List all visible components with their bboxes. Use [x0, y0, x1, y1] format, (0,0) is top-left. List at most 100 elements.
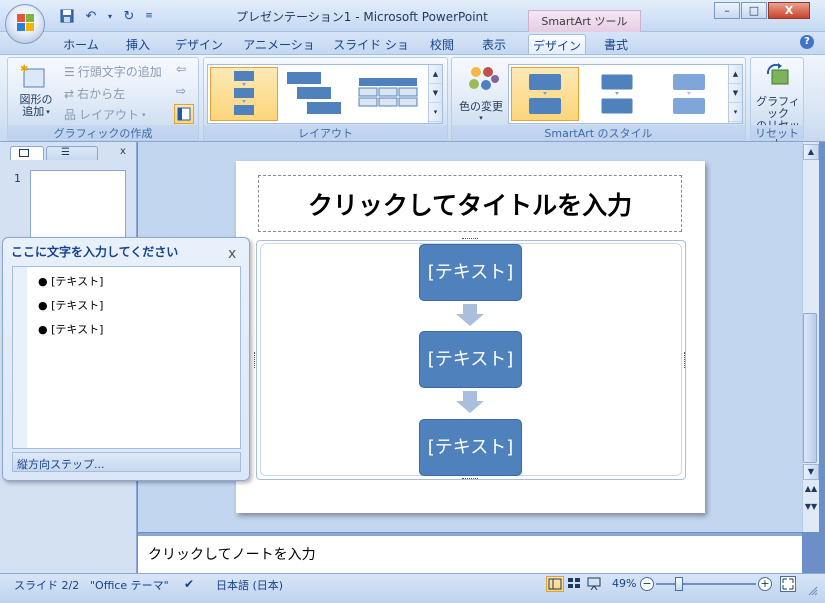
- resize-handle-right[interactable]: [684, 352, 687, 368]
- scroll-down-icon[interactable]: ▼: [429, 84, 442, 103]
- scroll-up-icon[interactable]: ▲: [803, 144, 819, 160]
- window-controls: – □ X: [714, 2, 810, 19]
- text-pane-margin: [13, 267, 27, 448]
- layout-label: レイアウト: [79, 108, 140, 122]
- zoom-out-icon[interactable]: −: [640, 577, 654, 591]
- close-button[interactable]: X: [768, 2, 810, 19]
- ribbon: ✱ 図形の 追加 ▾ ☰ 行頭文字の追加 ⇄ 右から左 品レイアウト ▾ ⇦ ⇨ グラフ…: [0, 54, 825, 144]
- list-item[interactable]: ● [テキスト]: [38, 297, 103, 313]
- smartart-styles-label: SmartArt のスタイル: [452, 125, 745, 140]
- list-item[interactable]: ● [テキスト]: [38, 321, 103, 337]
- change-colors-button[interactable]: 色の変更 ▾: [456, 98, 506, 122]
- down-arrow-icon: [456, 304, 484, 326]
- office-button[interactable]: [5, 4, 45, 44]
- chevron-down-icon: ▾: [479, 114, 483, 122]
- promote-icon[interactable]: ⇦: [176, 62, 186, 76]
- tab-insert[interactable]: 挿入: [118, 34, 158, 54]
- smartart-box-1[interactable]: [テキスト]: [419, 244, 522, 301]
- style-simple[interactable]: [511, 67, 579, 121]
- redo-icon[interactable]: ↻: [120, 8, 138, 24]
- layout-button[interactable]: 品レイアウト ▾: [64, 106, 146, 123]
- maximize-button[interactable]: □: [741, 2, 767, 19]
- previous-slide-icon[interactable]: ▲▲: [803, 482, 819, 498]
- scroll-up-icon[interactable]: ▲: [429, 65, 442, 84]
- smartart-tools-header: SmartArt ツール: [528, 10, 641, 32]
- tab-home[interactable]: ホーム: [58, 34, 104, 54]
- minimize-button[interactable]: –: [714, 2, 740, 19]
- add-shape-button[interactable]: 図形の 追加 ▾: [16, 94, 56, 118]
- outline-tab[interactable]: ☰: [46, 146, 98, 160]
- create-graphic-group: ✱ 図形の 追加 ▾ ☰ 行頭文字の追加 ⇄ 右から左 品レイアウト ▾ ⇦ ⇨ グラフ…: [7, 57, 199, 141]
- style-subtle[interactable]: [655, 67, 723, 121]
- down-arrow-icon: [456, 391, 484, 413]
- resize-grip-icon[interactable]: [808, 586, 818, 596]
- undo-dropdown-icon[interactable]: ▾: [106, 8, 114, 24]
- scroll-thumb[interactable]: [803, 313, 817, 463]
- tab-format[interactable]: 書式: [596, 34, 636, 54]
- layout-list-table[interactable]: [354, 67, 422, 121]
- layout-staggered-process[interactable]: [282, 67, 350, 121]
- close-pane-icon[interactable]: x: [120, 146, 126, 157]
- slides-tab-icon: [19, 149, 29, 157]
- reset-graphic-icon: [764, 62, 792, 90]
- more-icon[interactable]: ▾: [429, 103, 442, 122]
- save-icon[interactable]: [58, 8, 76, 24]
- resize-handle-bottom[interactable]: [462, 478, 478, 481]
- layout-vertical-process[interactable]: [210, 67, 278, 121]
- demote-icon[interactable]: ⇨: [176, 84, 186, 98]
- scroll-down-icon[interactable]: ▼: [803, 464, 819, 480]
- text-pane-editor[interactable]: [12, 266, 241, 449]
- list-item[interactable]: ● [テキスト]: [38, 273, 103, 289]
- bullet-text: [テキスト]: [51, 299, 104, 312]
- theme-name[interactable]: "Office テーマ": [90, 577, 169, 593]
- slide-sorter-icon[interactable]: [566, 576, 584, 592]
- slideshow-view-icon[interactable]: [586, 576, 604, 592]
- smartart-box-2[interactable]: [テキスト]: [419, 331, 522, 388]
- outline-tab-icon: ☰: [61, 147, 70, 158]
- undo-icon[interactable]: ↶: [82, 8, 100, 24]
- tab-review[interactable]: 校閲: [424, 34, 460, 54]
- next-slide-icon[interactable]: ▼▼: [803, 500, 819, 516]
- right-to-left-button[interactable]: ⇄ 右から左: [64, 85, 125, 102]
- tab-design[interactable]: デザイン: [170, 34, 228, 54]
- tab-animations[interactable]: アニメーション: [238, 34, 320, 69]
- office-logo-icon: [17, 14, 35, 32]
- customize-qat-icon[interactable]: ≡: [144, 8, 154, 24]
- layout-name-link[interactable]: 縦方向ステップ...: [12, 452, 241, 472]
- text-pane-toggle-icon[interactable]: [174, 104, 194, 124]
- resize-handle-left[interactable]: [254, 352, 257, 368]
- text-pane-close-icon[interactable]: x: [228, 246, 236, 262]
- slide-thumbnail[interactable]: [30, 170, 126, 242]
- reset-label: リセット: [751, 125, 803, 140]
- zoom-slider-thumb[interactable]: [675, 577, 683, 591]
- create-graphic-label: グラフィックの作成: [8, 125, 198, 140]
- scroll-down-icon[interactable]: ▼: [729, 84, 742, 103]
- spell-check-icon[interactable]: ✔: [184, 577, 194, 591]
- zoom-slider-track[interactable]: [656, 583, 756, 585]
- resize-handle-top[interactable]: [462, 238, 478, 241]
- style-white-outline[interactable]: [583, 67, 651, 121]
- tab-smartart-design[interactable]: デザイン: [528, 34, 586, 54]
- language-indicator[interactable]: 日本語 (日本): [216, 577, 283, 593]
- bullet-list-icon: ☰: [64, 64, 75, 79]
- pane-tabs: ☰ x: [6, 146, 132, 160]
- chevron-down-icon: ▾: [142, 110, 146, 119]
- scroll-up-icon[interactable]: ▲: [729, 65, 742, 84]
- styles-gallery: ▲ ▼ ▾: [508, 64, 743, 124]
- window-title: プレゼンテーション1 - Microsoft PowerPoint: [236, 10, 488, 24]
- more-icon[interactable]: ▾: [729, 103, 742, 122]
- zoom-level[interactable]: 49%: [612, 577, 636, 590]
- layouts-gallery-scroll[interactable]: ▲ ▼ ▾: [428, 65, 442, 123]
- tab-slideshow[interactable]: スライド ショー: [330, 34, 412, 69]
- help-icon[interactable]: ?: [800, 35, 814, 49]
- slide-number: 1: [14, 172, 21, 185]
- smartart-box-3[interactable]: [テキスト]: [419, 419, 522, 476]
- styles-gallery-scroll[interactable]: ▲ ▼ ▾: [728, 65, 742, 123]
- normal-view-icon[interactable]: [546, 576, 564, 592]
- tab-view[interactable]: 表示: [476, 34, 512, 54]
- chevron-down-icon: ▾: [46, 108, 50, 116]
- slides-tab[interactable]: [10, 146, 44, 160]
- add-bullet-button[interactable]: ☰ 行頭文字の追加: [64, 63, 162, 80]
- fit-to-window-icon[interactable]: [780, 576, 796, 592]
- zoom-in-icon[interactable]: +: [758, 577, 772, 591]
